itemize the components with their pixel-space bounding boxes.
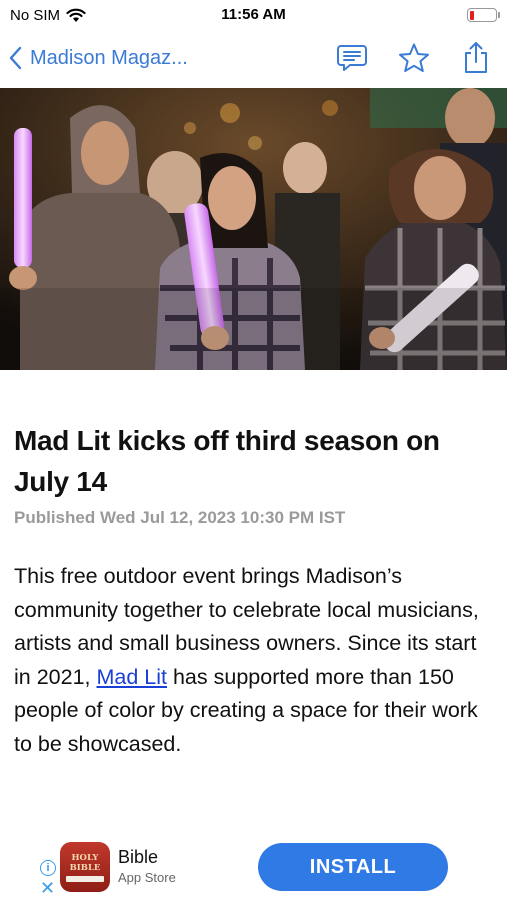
battery-icon <box>467 8 500 22</box>
ad-info-icon[interactable]: i <box>40 860 56 876</box>
comments-button[interactable] <box>335 41 369 75</box>
published-date: Published Wed Jul 12, 2023 10:30 PM IST <box>14 508 346 527</box>
ad-app-icon[interactable]: HOLY BIBLE <box>60 842 110 892</box>
article-body: This free outdoor event brings Madison’s… <box>14 560 498 761</box>
share-icon <box>465 42 487 73</box>
back-button[interactable]: Madison Magaz... <box>8 46 335 70</box>
ad-close-icon[interactable]: ✕ <box>40 879 55 897</box>
star-icon <box>399 43 429 72</box>
article-headline: Mad Lit kicks off third season on July 1… <box>14 425 440 497</box>
favorite-button[interactable] <box>397 41 431 75</box>
app-icon-pages <box>66 875 104 882</box>
back-label: Madison Magaz... <box>30 46 188 69</box>
nav-actions <box>335 41 493 75</box>
status-time: 11:56 AM <box>221 6 286 23</box>
hero-photo <box>0 88 507 370</box>
battery-level <box>469 10 474 20</box>
ad-app-subtitle: App Store <box>118 870 176 885</box>
ad-app-title[interactable]: Bible <box>118 847 158 868</box>
share-button[interactable] <box>459 41 493 75</box>
status-bar: No SIM 11:56 AM <box>0 0 507 30</box>
mad-lit-link[interactable]: Mad Lit <box>96 665 167 689</box>
comment-icon <box>337 45 367 71</box>
chevron-left-icon <box>9 46 22 70</box>
install-button[interactable]: INSTALL <box>258 843 448 891</box>
app-icon-text-line1: HOLY <box>71 852 99 863</box>
nav-bar: Madison Magaz... <box>0 30 507 86</box>
app-icon-text-line2: BIBLE <box>69 862 101 873</box>
ad-banner: i ✕ HOLY BIBLE Bible App Store INSTALL <box>0 835 507 900</box>
article-hero-image <box>0 88 507 370</box>
